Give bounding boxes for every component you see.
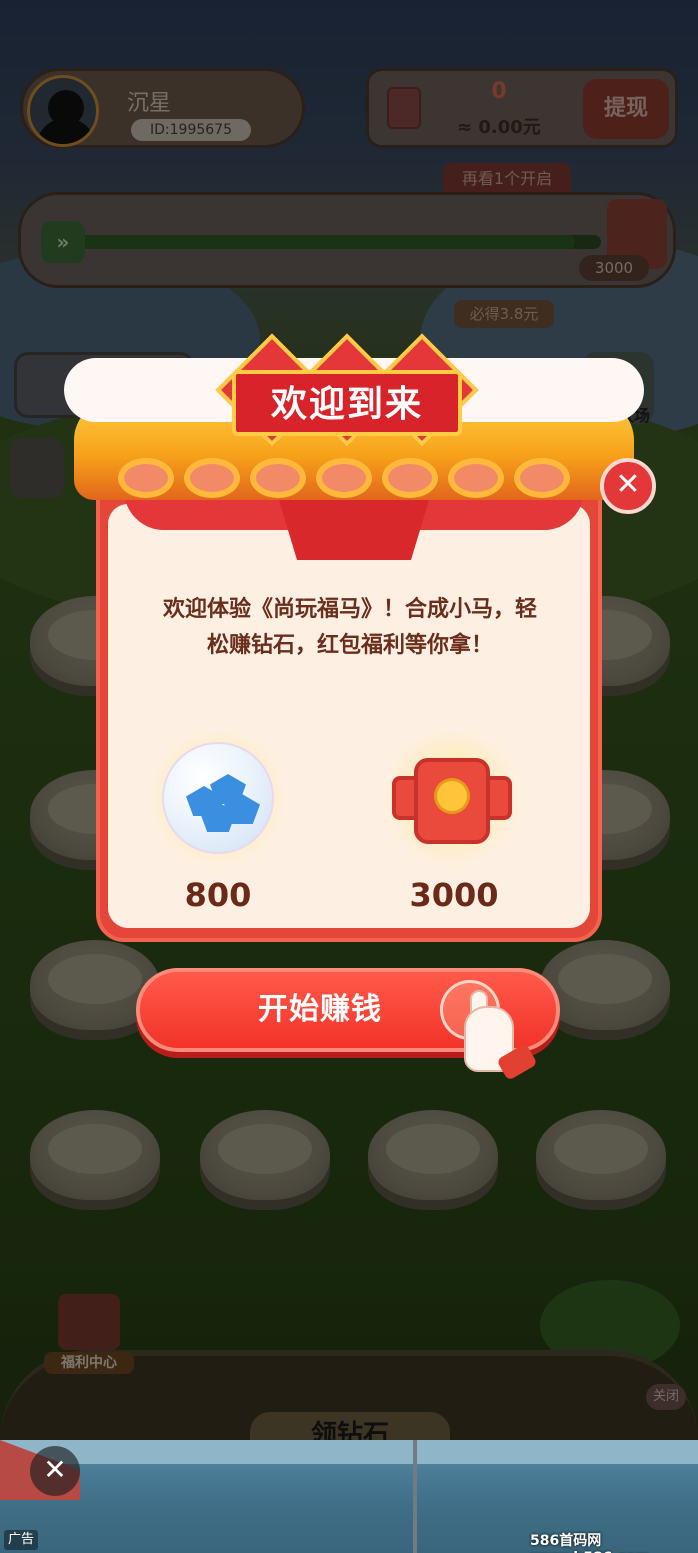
roof-tile-end bbox=[250, 458, 306, 498]
ad-label: 广告 bbox=[4, 1530, 39, 1550]
watermark: 586首码网 www.h586.com bbox=[530, 1533, 650, 1553]
ad-close-icon[interactable]: ✕ bbox=[30, 1446, 80, 1496]
roof-tile-end bbox=[448, 458, 504, 498]
welcome-message: 欢迎体验《尚玩福马》！合成小马，轻松赚钻石，红包福利等你拿！ bbox=[162, 597, 537, 658]
ad-banner[interactable]: ✕ 广告 586首码网 www.h586.com bbox=[0, 1440, 698, 1553]
roof-red-tab bbox=[279, 500, 429, 560]
dialog-roof-header: 欢迎到来 bbox=[44, 333, 654, 560]
diamond-reward-value: 800 bbox=[184, 876, 252, 914]
roof-tile-end bbox=[514, 458, 570, 498]
roof-tile-end bbox=[184, 458, 240, 498]
title-plaque: 欢迎到来 bbox=[215, 333, 479, 447]
roof-tile-end bbox=[118, 458, 174, 498]
roof-tile-end bbox=[316, 458, 372, 498]
red-envelope-reward bbox=[382, 728, 522, 868]
envelope-reward-value: 3000 bbox=[409, 876, 499, 914]
diamond-reward bbox=[148, 728, 288, 868]
dialog-title: 欢迎到来 bbox=[270, 384, 423, 425]
close-icon[interactable]: ✕ bbox=[600, 458, 656, 514]
ad-image-pole bbox=[413, 1440, 417, 1553]
gold-coin-icon bbox=[434, 778, 470, 814]
dialog-body bbox=[108, 504, 590, 928]
roof-tile-end bbox=[382, 458, 438, 498]
diamond-bubble-icon bbox=[162, 742, 274, 854]
ad-sky bbox=[0, 1440, 698, 1464]
